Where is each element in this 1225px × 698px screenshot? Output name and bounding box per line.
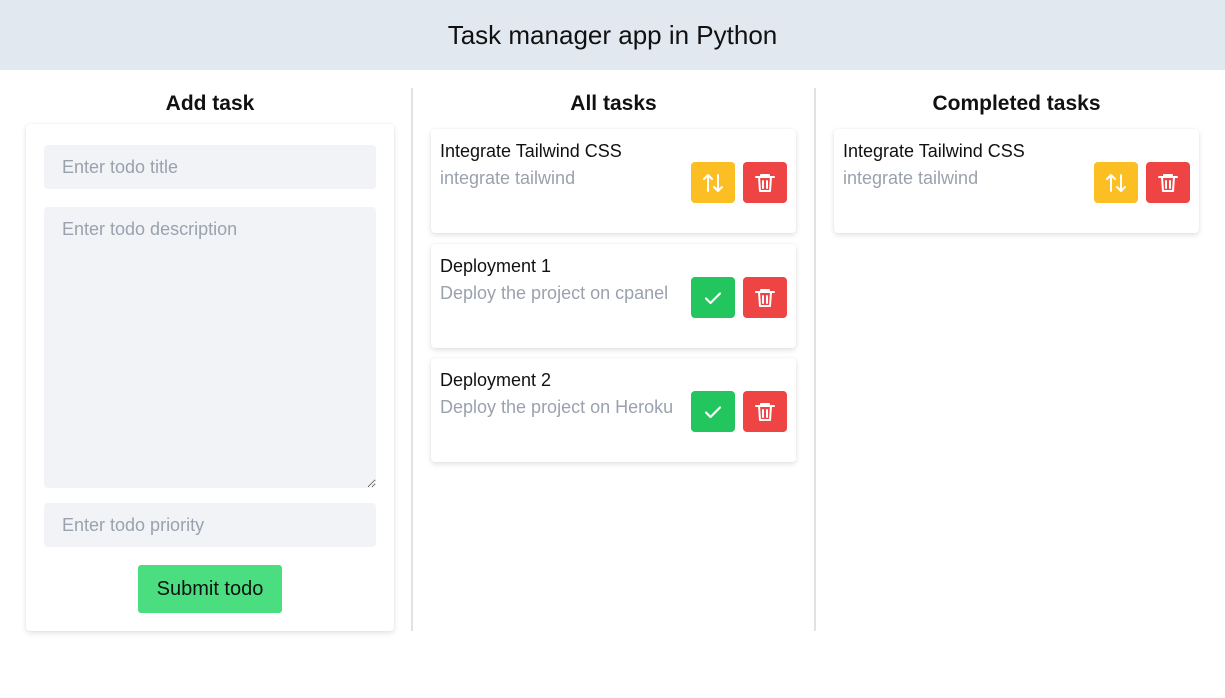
task-title: Integrate Tailwind CSS (843, 141, 1025, 161)
task-card: Deployment 2 Deploy the project on Herok… (431, 358, 796, 462)
submit-todo-button[interactable]: Submit todo (138, 565, 282, 613)
task-description: Deploy the project on Heroku (440, 397, 674, 417)
trash-icon (755, 173, 775, 192)
all-tasks-heading: All tasks (570, 92, 657, 115)
add-task-heading: Add task (165, 92, 255, 115)
complete-task-button[interactable] (691, 391, 735, 432)
add-task-form: Submit todo (26, 124, 394, 631)
delete-task-button[interactable] (743, 277, 787, 318)
delete-task-button[interactable] (743, 162, 787, 203)
task-title: Integrate Tailwind CSS (440, 141, 622, 161)
check-icon (704, 291, 722, 304)
task-description: integrate tailwind (440, 168, 576, 188)
arrows-up-down-icon (703, 173, 723, 192)
task-title: Deployment 1 (440, 256, 552, 276)
toggle-status-button[interactable] (1094, 162, 1138, 203)
trash-icon (755, 288, 775, 307)
app-header: Task manager app in Python (0, 0, 1225, 70)
todo-priority-input[interactable] (44, 503, 376, 547)
trash-icon (755, 402, 775, 421)
column-divider (411, 88, 413, 631)
arrows-up-down-icon (1106, 173, 1126, 192)
check-icon (704, 405, 722, 418)
completed-task-card: Integrate Tailwind CSS integrate tailwin… (834, 129, 1199, 233)
task-description: integrate tailwind (843, 168, 979, 188)
complete-task-button[interactable] (691, 277, 735, 318)
completed-tasks-heading: Completed tasks (932, 92, 1101, 115)
app-title: Task manager app in Python (447, 19, 778, 50)
todo-description-input[interactable] (44, 207, 376, 488)
delete-task-button[interactable] (743, 391, 787, 432)
task-card: Deployment 1 Deploy the project on cpane… (431, 244, 796, 348)
trash-icon (1158, 173, 1178, 192)
todo-title-input[interactable] (44, 145, 376, 189)
column-divider (814, 88, 816, 631)
delete-task-button[interactable] (1146, 162, 1190, 203)
task-description: Deploy the project on cpanel (440, 283, 669, 303)
task-title: Deployment 2 (440, 370, 552, 390)
toggle-status-button[interactable] (691, 162, 735, 203)
task-card: Integrate Tailwind CSS integrate tailwin… (431, 129, 796, 233)
